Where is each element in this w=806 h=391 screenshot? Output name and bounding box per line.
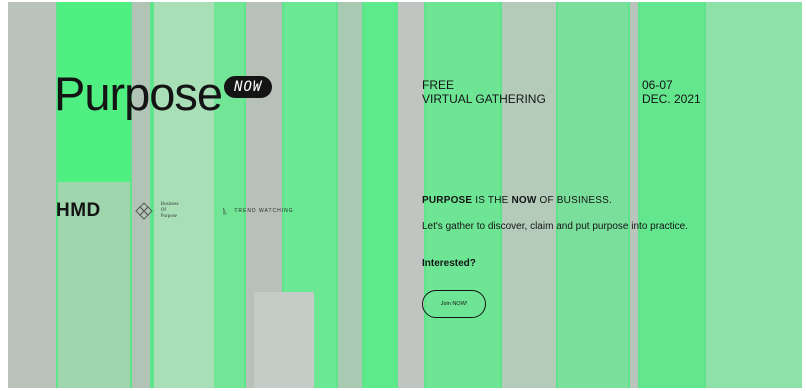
event-date-line2: DEC. 2021 [642, 92, 701, 106]
tagline-purpose: PURPOSE [422, 195, 473, 206]
hmd-logo: HMD [56, 200, 101, 221]
event-type: FREE VIRTUAL GATHERING [422, 78, 546, 106]
partner-logos: HMD Business Of Purpose ᚣ TREND WATCHING [56, 200, 294, 222]
tagline: PURPOSE IS THE NOW OF BUSINESS. [422, 195, 612, 206]
purpose-now-logo: Purpose NOW [54, 67, 273, 120]
stripe [706, 2, 802, 388]
stripe [214, 2, 244, 388]
stripe [254, 292, 314, 388]
join-now-button[interactable]: Join NOW! [422, 290, 486, 318]
tw-icon: ᚣ [222, 206, 229, 216]
logo-now-pill: NOW [224, 75, 273, 98]
trendwatching-logo: ᚣ TREND WATCHING [223, 207, 294, 216]
event-date-line1: 06-07 [642, 78, 673, 92]
business-of-purpose-logo: Business Of Purpose [135, 202, 179, 220]
stripe [398, 2, 424, 388]
description: Let's gather to discover, claim and put … [422, 221, 688, 232]
interested-label: Interested? [422, 258, 476, 269]
event-type-line2: VIRTUAL GATHERING [422, 92, 546, 106]
tagline-mid: IS THE [472, 195, 512, 206]
glitch-stripes [8, 2, 802, 388]
hero-banner: Purpose NOW HMD Business Of Purpose ᚣ TR… [8, 2, 802, 388]
event-date: 06-07 DEC. 2021 [642, 78, 701, 106]
stripe [8, 2, 56, 388]
diamond-icon [135, 202, 153, 220]
tagline-now: NOW [511, 195, 537, 206]
bop-line: Purpose [160, 214, 177, 219]
stripe [338, 2, 362, 388]
stripe [640, 2, 704, 388]
tw-label: TREND WATCHING [234, 208, 294, 214]
stripe [630, 2, 638, 388]
event-type-line1: FREE [422, 78, 455, 92]
stripe [364, 2, 396, 388]
tagline-end: OF BUSINESS. [536, 195, 612, 206]
logo-word: Purpose [54, 67, 223, 120]
stripe [132, 2, 150, 388]
stripe [154, 2, 214, 388]
